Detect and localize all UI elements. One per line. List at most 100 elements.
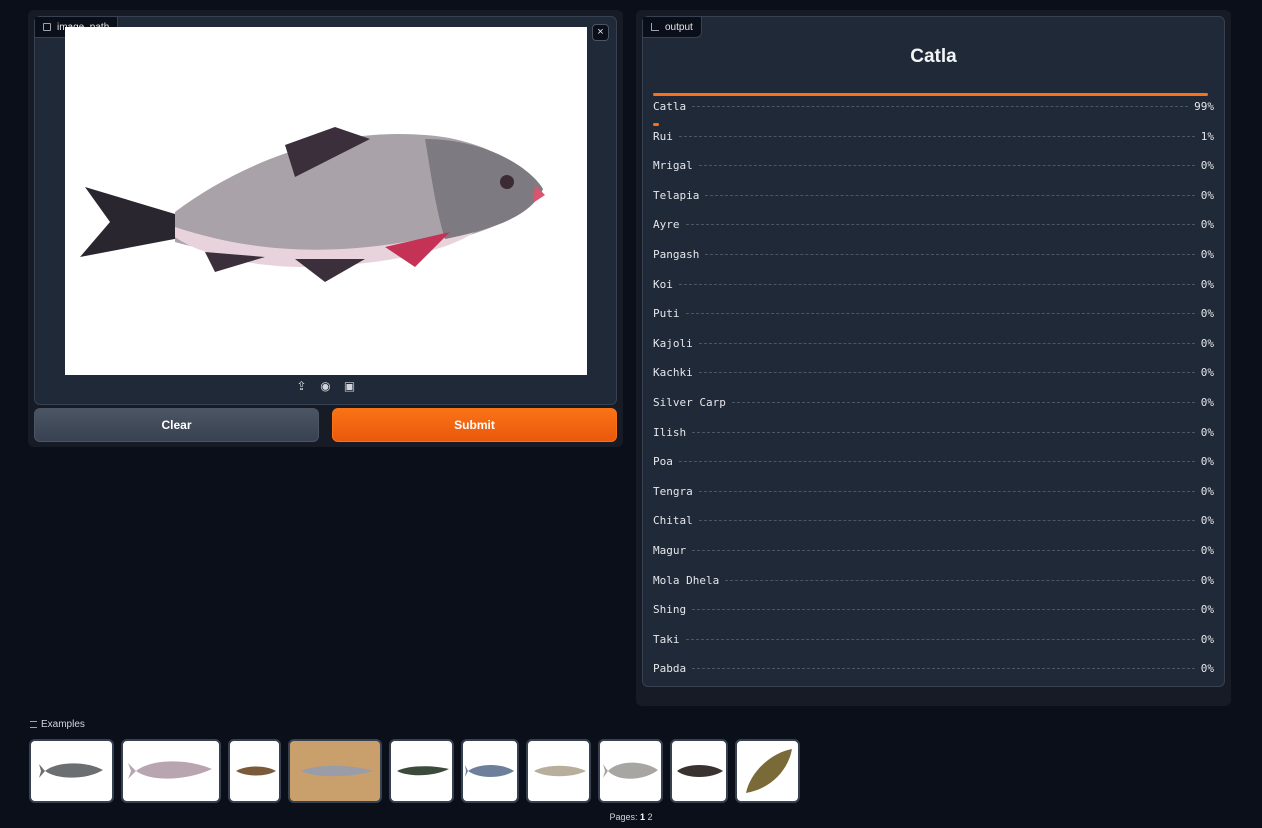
class-confidence: 0% xyxy=(1200,366,1214,380)
output-label-text: output xyxy=(665,21,693,33)
clear-image-button[interactable]: × xyxy=(592,24,609,41)
class-confidence: 0% xyxy=(1200,425,1214,439)
fish-thumbnail-icon xyxy=(533,765,586,777)
page-2[interactable]: 2 xyxy=(648,812,653,822)
example-thumbnail[interactable] xyxy=(461,739,519,803)
example-thumbnail[interactable] xyxy=(288,739,382,803)
clear-button[interactable]: Clear xyxy=(34,408,319,442)
page-1[interactable]: 1 xyxy=(640,812,645,822)
class-confidence: 1% xyxy=(1200,129,1214,143)
class-confidence: 0% xyxy=(1200,247,1214,261)
class-label: Pabda xyxy=(653,662,687,676)
class-confidence: 0% xyxy=(1200,455,1214,469)
confidence-line: Ayre 0% xyxy=(653,218,1214,231)
class-label: Mola Dhela xyxy=(653,573,720,587)
confidence-line: Ilish 0% xyxy=(653,426,1214,439)
confidence-line: Poa 0% xyxy=(653,455,1214,468)
class-confidence: 0% xyxy=(1200,632,1214,646)
class-label: Kajoli xyxy=(653,336,693,350)
example-thumbnail[interactable] xyxy=(598,739,663,803)
class-label: Magur xyxy=(653,543,687,557)
label-output: output Catla Catla 99% Rui 1% Mrigal 0% Telapi… xyxy=(642,16,1225,687)
clipboard-icon[interactable]: ▣ xyxy=(343,379,357,393)
example-thumbnail[interactable] xyxy=(228,739,281,803)
class-confidence: 0% xyxy=(1200,514,1214,528)
upload-icon[interactable]: ⇪ xyxy=(295,379,309,393)
confidence-line: Silver Carp 0% xyxy=(653,396,1214,409)
class-confidence: 0% xyxy=(1200,543,1214,557)
class-label: Silver Carp xyxy=(653,395,726,409)
confidence-row: Shing 0% xyxy=(653,596,1214,626)
leader-dots xyxy=(698,342,1195,344)
confidence-row: Koi 0% xyxy=(653,271,1214,301)
confidence-line: Mrigal 0% xyxy=(653,159,1214,172)
confidence-row: Chital 0% xyxy=(653,507,1214,537)
class-label: Rui xyxy=(653,129,673,143)
webcam-icon[interactable]: ◉ xyxy=(319,379,333,393)
confidence-row: Mola Dhela 0% xyxy=(653,567,1214,597)
confidence-line: Pabda 0% xyxy=(653,662,1214,675)
confidence-line: Kachki 0% xyxy=(653,366,1214,379)
confidence-line: Shing 0% xyxy=(653,603,1214,616)
output-label: output xyxy=(643,17,702,38)
example-thumbnail[interactable] xyxy=(735,739,800,803)
confidence-line: Pangash 0% xyxy=(653,248,1214,261)
class-confidence: 0% xyxy=(1200,218,1214,232)
confidence-row: Telapia 0% xyxy=(653,182,1214,212)
confidence-row: Poa 0% xyxy=(653,448,1214,478)
confidence-line: Catla 99% xyxy=(653,100,1214,113)
fish-thumbnail-icon xyxy=(602,762,658,779)
pages-label: Pages: xyxy=(609,812,638,822)
fish-thumbnail-icon xyxy=(301,765,373,777)
predicted-class: Catla xyxy=(910,46,957,67)
output-panel: output Catla Catla 99% Rui 1% Mrigal 0% Telapi… xyxy=(636,10,1231,706)
example-thumbnail[interactable] xyxy=(389,739,454,803)
class-confidence: 0% xyxy=(1200,336,1214,350)
class-label: Ilish xyxy=(653,425,687,439)
confidence-line: Taki 0% xyxy=(653,633,1214,646)
confidence-row: Kachki 0% xyxy=(653,359,1214,389)
leader-dots xyxy=(692,609,1195,611)
class-label: Shing xyxy=(653,603,687,617)
examples-gallery xyxy=(29,739,800,803)
example-thumbnail[interactable] xyxy=(526,739,591,803)
leader-dots xyxy=(698,165,1195,167)
confidence-list: Catla 99% Rui 1% Mrigal 0% Telapia 0% Ayre 0% Pang… xyxy=(653,93,1214,685)
confidence-row: Ilish 0% xyxy=(653,419,1214,449)
confidence-line: Puti 0% xyxy=(653,307,1214,320)
fish-thumbnail-icon xyxy=(38,763,103,778)
leader-dots xyxy=(678,461,1195,463)
confidence-line: Koi 0% xyxy=(653,278,1214,291)
fish-thumbnail-icon xyxy=(677,765,723,777)
confidence-line: Rui 1% xyxy=(653,130,1214,143)
class-label: Taki xyxy=(653,632,680,646)
confidence-line: Magur 0% xyxy=(653,544,1214,557)
class-label: Poa xyxy=(653,455,673,469)
confidence-row: Rui 1% xyxy=(653,122,1214,153)
confidence-row: Puti 0% xyxy=(653,300,1214,330)
image-icon xyxy=(43,23,51,31)
leader-dots xyxy=(698,490,1195,492)
source-selector: ⇪ ◉ ▣ xyxy=(35,379,616,393)
confidence-bar xyxy=(653,93,1209,96)
leader-dots xyxy=(698,520,1195,522)
confidence-line: Chital 0% xyxy=(653,514,1214,527)
fish-thumbnail-icon xyxy=(465,765,514,777)
confidence-line: Tengra 0% xyxy=(653,485,1214,498)
class-label: Puti xyxy=(653,307,680,321)
class-confidence: 99% xyxy=(1194,100,1214,113)
example-thumbnail[interactable] xyxy=(29,739,114,803)
class-confidence: 0% xyxy=(1200,277,1214,291)
examples-label: Examples xyxy=(41,719,85,730)
class-label: Mrigal xyxy=(653,159,693,173)
confidence-row: Tengra 0% xyxy=(653,478,1214,508)
example-thumbnail[interactable] xyxy=(121,739,221,803)
class-label: Catla xyxy=(653,100,687,113)
image-input[interactable]: image_path × ⇪ xyxy=(34,16,617,405)
leader-dots xyxy=(678,135,1195,137)
submit-button[interactable]: Submit xyxy=(332,408,617,442)
fish-image xyxy=(80,127,545,282)
example-thumbnail[interactable] xyxy=(670,739,728,803)
class-confidence: 0% xyxy=(1200,395,1214,409)
leader-dots xyxy=(692,549,1195,551)
